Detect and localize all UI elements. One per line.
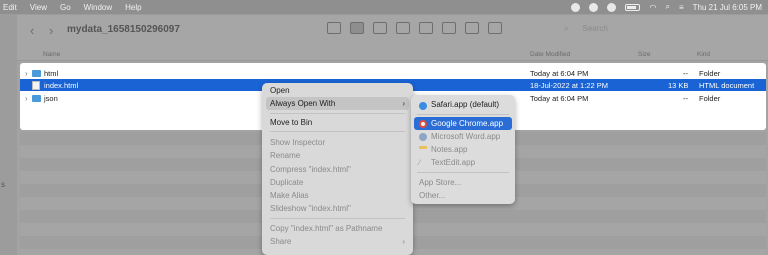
list-view-icon[interactable]	[350, 22, 364, 34]
menu-view[interactable]: View	[30, 3, 47, 12]
menu-textedit[interactable]: TextEdit.app	[431, 158, 475, 167]
menu-list: Edit View Go Window Help	[0, 3, 142, 12]
row-kind: Folder	[699, 94, 721, 103]
column-size[interactable]: Size	[638, 51, 651, 58]
row-date: Today at 6:04 PM	[530, 69, 589, 78]
menu-slideshow[interactable]: Slideshow "index.html"	[270, 204, 351, 213]
table-row[interactable]: › html Today at 6:04 PM -- Folder	[20, 67, 766, 79]
divider	[270, 218, 405, 219]
window-toolbar: ‹ › mydata_1658150296097 ⌕ Search	[17, 15, 768, 47]
menu-make-alias[interactable]: Make Alias	[270, 191, 309, 200]
search-field[interactable]: ⌕ Search	[564, 24, 764, 38]
textedit-icon: ∕	[419, 158, 421, 167]
menu-duplicate[interactable]: Duplicate	[270, 178, 303, 187]
row-size: 13 KB	[668, 81, 689, 90]
row-name: html	[44, 69, 59, 78]
menu-google-chrome[interactable]: Google Chrome.app	[431, 119, 503, 128]
chrome-icon	[419, 120, 427, 128]
divider	[417, 114, 509, 115]
column-name[interactable]: Name	[43, 51, 60, 58]
row-date: 18-Jul-2022 at 1:22 PM	[530, 81, 608, 90]
row-size: --	[683, 69, 688, 78]
folder-icon	[32, 95, 41, 102]
menu-open[interactable]: Open	[270, 86, 290, 95]
menu-copy-pathname[interactable]: Copy "index.html" as Pathname	[270, 224, 382, 233]
open-with-submenu: Safari.app (default) Google Chrome.app M…	[411, 95, 515, 204]
disclosure-icon[interactable]: ›	[25, 69, 28, 78]
clock[interactable]: Thu 21 Jul 6:05 PM	[693, 3, 762, 12]
row-size: --	[683, 94, 688, 103]
row-name: index.html	[44, 81, 79, 90]
menu-always-open-with[interactable]: Always Open With	[270, 99, 335, 108]
submenu-arrow-icon: ›	[402, 99, 405, 108]
notes-icon	[419, 146, 427, 149]
divider	[270, 113, 405, 114]
menu-notes[interactable]: Notes.app	[431, 145, 467, 154]
menu-other[interactable]: Other...	[419, 191, 445, 200]
column-view-icon[interactable]	[373, 22, 387, 34]
disclosure-icon[interactable]: ›	[25, 94, 28, 103]
control-center-icon[interactable]: ≡	[679, 3, 684, 12]
chevron-right-icon[interactable]: ›	[49, 23, 53, 38]
status-area: ◠ ⌕ ≡ Thu 21 Jul 6:05 PM	[571, 0, 762, 14]
row-date: Today at 6:04 PM	[530, 94, 589, 103]
context-menu: Open Always Open With › Move to Bin Show…	[262, 83, 413, 255]
status-play-icon[interactable]	[607, 2, 617, 12]
row-kind: Folder	[699, 69, 721, 78]
window-title: mydata_1658150296097	[67, 24, 180, 35]
menu-bar: Edit View Go Window Help ◠ ⌕ ≡ Thu 21 Ju…	[0, 0, 768, 14]
search-spotlight-icon[interactable]: ⌕	[665, 2, 669, 12]
column-date[interactable]: Date Modified	[530, 51, 570, 58]
row-kind: HTML document	[699, 81, 755, 90]
menu-help[interactable]: Help	[125, 3, 141, 12]
word-icon	[419, 133, 427, 141]
menu-edit[interactable]: Edit	[3, 3, 17, 12]
tag-icon[interactable]	[465, 22, 479, 34]
action-icon[interactable]	[488, 22, 502, 34]
menu-move-to-bin[interactable]: Move to Bin	[270, 118, 312, 127]
menu-app-store[interactable]: App Store...	[419, 178, 461, 187]
folder-icon	[32, 70, 41, 77]
battery-icon[interactable]	[625, 3, 641, 11]
column-kind[interactable]: Kind	[697, 51, 710, 58]
wifi-icon[interactable]: ◠	[649, 3, 656, 12]
divider	[417, 172, 509, 173]
submenu-arrow-icon: ›	[402, 237, 405, 246]
menu-rename[interactable]: Rename	[270, 151, 300, 160]
icon-view-icon[interactable]	[327, 22, 341, 34]
menu-compress[interactable]: Compress "index.html"	[270, 165, 351, 174]
row-name: json	[44, 94, 58, 103]
menu-show-inspector[interactable]: Show Inspector	[270, 138, 325, 147]
gallery-view-icon[interactable]	[396, 22, 410, 34]
menu-window[interactable]: Window	[84, 3, 112, 12]
search-placeholder: Search	[582, 24, 608, 33]
share-icon[interactable]	[442, 22, 456, 34]
sidebar-fragment: s	[1, 180, 5, 189]
menu-safari[interactable]: Safari.app (default)	[431, 100, 499, 109]
status-app-icon[interactable]	[571, 2, 581, 12]
group-icon[interactable]	[419, 22, 433, 34]
status-moon-icon[interactable]	[589, 2, 599, 12]
chevron-left-icon[interactable]: ‹	[30, 23, 34, 38]
menu-go[interactable]: Go	[60, 3, 71, 12]
menu-share[interactable]: Share	[270, 237, 291, 246]
menu-microsoft-word[interactable]: Microsoft Word.app	[431, 132, 500, 141]
divider	[270, 131, 405, 132]
html-file-icon	[32, 81, 40, 90]
column-header: Name Date Modified Size Kind	[17, 47, 768, 61]
view-controls	[327, 22, 502, 34]
safari-icon	[419, 102, 427, 110]
